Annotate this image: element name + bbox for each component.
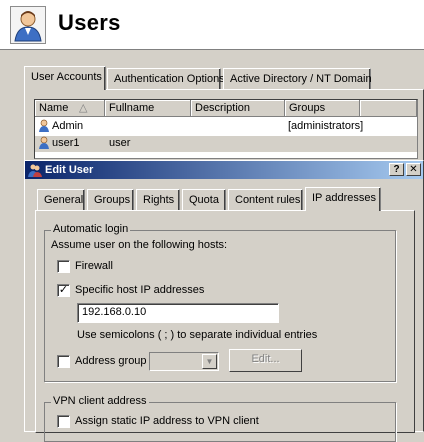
tab-general[interactable]: General bbox=[37, 189, 85, 211]
sort-ascending-icon: △ bbox=[79, 102, 88, 114]
user-list[interactable]: Name △ Fullname Description Groups Admin… bbox=[34, 99, 418, 159]
specific-hosts-checkbox[interactable]: ✓ bbox=[57, 284, 70, 297]
column-header-groups[interactable]: Groups bbox=[285, 100, 360, 117]
help-button[interactable]: ? bbox=[389, 163, 404, 176]
column-header-filler bbox=[360, 100, 417, 117]
firewall-label: Firewall bbox=[75, 260, 113, 272]
firewall-checkbox[interactable] bbox=[57, 260, 70, 273]
tab-content-rules[interactable]: Content rules bbox=[228, 189, 303, 211]
separator-hint: Use semicolons ( ; ) to separate individ… bbox=[77, 329, 318, 341]
dialog-title: Edit User bbox=[45, 164, 94, 176]
tab-groups[interactable]: Groups bbox=[87, 189, 134, 211]
user-name: user1 bbox=[52, 137, 80, 149]
automatic-login-group: Automatic login Assume user on the follo… bbox=[44, 223, 396, 382]
user-name: Admin bbox=[52, 120, 84, 132]
column-header-name[interactable]: Name △ bbox=[35, 100, 105, 117]
edit-user-dialog: Edit User ? ✕ General Groups Rights Quot… bbox=[24, 160, 424, 442]
address-group-select[interactable]: ▼ bbox=[149, 352, 219, 371]
users-avatar-icon bbox=[10, 6, 46, 44]
assign-static-ip-checkbox[interactable] bbox=[57, 415, 70, 428]
user-groups: [administrators] bbox=[288, 120, 364, 132]
tab-ip-addresses[interactable]: IP addresses bbox=[305, 187, 381, 211]
address-group-label: Address group bbox=[75, 355, 147, 367]
ip-address-input[interactable]: 192.168.0.10 bbox=[77, 303, 279, 323]
user-icon bbox=[38, 119, 50, 135]
column-header-fullname[interactable]: Fullname bbox=[105, 100, 191, 117]
table-row[interactable]: Admin [administrators] bbox=[35, 119, 417, 135]
vpn-client-title: VPN client address bbox=[51, 395, 149, 407]
specific-hosts-label: Specific host IP addresses bbox=[75, 284, 205, 296]
tab-user-accounts[interactable]: User Accounts bbox=[24, 66, 106, 90]
table-row[interactable]: user1 user bbox=[35, 136, 417, 152]
dialog-titlebar[interactable]: Edit User ? ✕ bbox=[25, 161, 423, 179]
chevron-down-icon[interactable]: ▼ bbox=[202, 354, 217, 369]
assign-static-ip-label: Assign static IP address to VPN client bbox=[75, 415, 259, 427]
edit-address-group-button[interactable]: Edit... bbox=[229, 349, 302, 372]
automatic-login-title: Automatic login bbox=[51, 223, 131, 235]
user-icon bbox=[38, 136, 50, 152]
page-title: Users bbox=[58, 10, 121, 35]
tab-quota[interactable]: Quota bbox=[182, 189, 226, 211]
page-header: Users bbox=[0, 0, 424, 50]
tab-active-directory[interactable]: Active Directory / NT Domain bbox=[223, 68, 372, 90]
ip-addresses-panel: Automatic login Assume user on the follo… bbox=[35, 210, 415, 442]
dialog-users-icon bbox=[28, 163, 42, 180]
close-button[interactable]: ✕ bbox=[406, 163, 421, 176]
vpn-client-group: VPN client address Assign static IP addr… bbox=[44, 395, 396, 442]
column-header-description[interactable]: Description bbox=[191, 100, 285, 117]
tab-authentication-options[interactable]: Authentication Options bbox=[107, 68, 225, 90]
hosts-description: Assume user on the following hosts: bbox=[51, 239, 228, 251]
tab-rights[interactable]: Rights bbox=[136, 189, 180, 211]
user-fullname: user bbox=[109, 137, 131, 149]
address-group-checkbox[interactable] bbox=[57, 355, 70, 368]
